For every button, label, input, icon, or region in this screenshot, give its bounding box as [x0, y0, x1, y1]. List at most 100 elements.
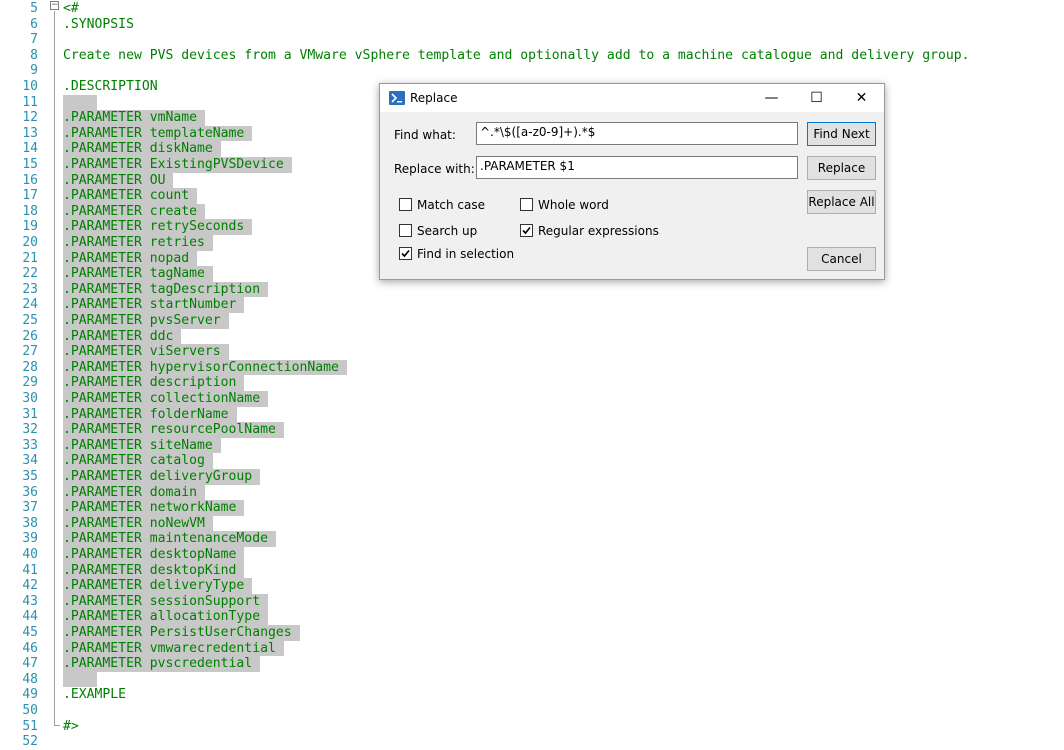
dialog-title: Replace — [410, 91, 458, 105]
code-line: .PARAMETER catalog — [63, 453, 213, 469]
code-line: .PARAMETER pvscredential — [63, 656, 261, 672]
code-line: .SYNOPSIS — [63, 16, 134, 32]
powershell-icon — [389, 91, 405, 105]
check-mark-icon — [401, 249, 410, 258]
line-number: 45 — [22, 625, 38, 640]
line-number: 43 — [22, 593, 38, 609]
replace-with-input[interactable]: .PARAMETER $1 — [476, 156, 798, 179]
close-button[interactable]: ✕ — [839, 84, 884, 112]
code-line: .PARAMETER folderName — [63, 406, 237, 423]
line-number: 51 — [22, 718, 38, 734]
code-line: .DESCRIPTION — [63, 79, 158, 94]
line-number: 11 — [22, 94, 38, 110]
line-number: 27 — [22, 344, 38, 360]
code-line: .PARAMETER tagName — [63, 266, 213, 282]
code-line: .PARAMETER desktopKind — [63, 562, 245, 579]
code-line: .PARAMETER resourcePoolName — [63, 422, 284, 438]
fold-guide-line — [54, 11, 55, 726]
check-mark-icon — [522, 226, 531, 235]
find-in-selection-label: Find in selection — [417, 247, 515, 261]
regular-expressions-checkbox[interactable] — [520, 224, 533, 237]
code-line: .PARAMETER desktopName — [63, 547, 245, 563]
selection-highlight — [63, 94, 97, 110]
line-number: 8 — [30, 47, 38, 63]
find-next-button[interactable]: Find Next — [807, 122, 876, 146]
line-number: 49 — [22, 687, 38, 703]
code-line: .PARAMETER deliveryType — [63, 578, 253, 594]
code-line: .PARAMETER pvsServer — [63, 313, 229, 329]
line-number: 37 — [22, 500, 38, 516]
code-line: .PARAMETER hypervisorConnectionName — [63, 359, 347, 376]
code-line: .PARAMETER sessionSupport — [63, 593, 269, 610]
code-line: <# — [63, 1, 79, 16]
code-line: .PARAMETER PersistUserChanges — [63, 625, 300, 641]
code-line: .PARAMETER description — [63, 375, 245, 391]
line-number: 26 — [22, 328, 38, 344]
code-line: .PARAMETER vmName — [63, 110, 206, 126]
cancel-button[interactable]: Cancel — [807, 247, 876, 271]
line-number: 10 — [22, 79, 38, 94]
code-line: .PARAMETER retries — [63, 235, 213, 251]
line-number: 33 — [22, 437, 38, 453]
line-number: 24 — [22, 297, 38, 313]
selection-highlight — [63, 671, 97, 687]
line-number: 46 — [22, 640, 38, 656]
replace-with-label: Replace with: — [394, 162, 475, 176]
line-number: 39 — [22, 531, 38, 547]
code-line: .PARAMETER noNewVM — [63, 515, 213, 532]
line-number: 20 — [22, 235, 38, 250]
line-number: 47 — [22, 656, 38, 672]
find-in-selection-checkbox[interactable] — [399, 247, 412, 260]
line-number: 5 — [30, 1, 38, 16]
code-line: .PARAMETER vmwarecredential — [63, 640, 284, 657]
match-case-label: Match case — [417, 198, 486, 212]
code-line: .EXAMPLE — [63, 687, 127, 703]
maximize-button[interactable]: ☐ — [794, 84, 839, 112]
line-number: 28 — [22, 359, 38, 375]
line-number: 19 — [22, 219, 38, 235]
line-number: 50 — [22, 703, 38, 718]
line-number: 52 — [22, 734, 38, 750]
fold-guide-end — [54, 725, 60, 726]
match-case-checkbox[interactable] — [399, 198, 412, 211]
line-number: 15 — [22, 157, 38, 172]
line-number: 48 — [22, 671, 38, 687]
code-line: .PARAMETER networkName — [63, 500, 245, 516]
code-line: .PARAMETER maintenanceMode — [63, 531, 276, 547]
replace-button[interactable]: Replace — [807, 156, 876, 180]
find-what-input[interactable]: ^.*\$([a-z0-9]+).*$ — [476, 122, 798, 145]
line-number: 25 — [22, 313, 38, 328]
dialog-titlebar[interactable]: Replace — ☐ ✕ — [380, 84, 884, 112]
minimize-button[interactable]: — — [749, 84, 794, 112]
line-number: 16 — [22, 172, 38, 188]
line-number: 12 — [22, 110, 38, 126]
line-number: 34 — [22, 453, 38, 469]
code-line: .PARAMETER collectionName — [63, 391, 269, 407]
line-number: 36 — [22, 484, 38, 500]
line-number: 9 — [30, 63, 38, 79]
line-number: 35 — [22, 469, 38, 484]
code-line: .PARAMETER domain — [63, 484, 206, 501]
replace-all-button[interactable]: Replace All — [807, 190, 876, 214]
code-line: .PARAMETER viServers — [63, 344, 229, 360]
line-number: 17 — [22, 188, 38, 204]
code-line: .PARAMETER nopad — [63, 250, 198, 267]
code-line: .PARAMETER tagDescription — [63, 281, 269, 298]
code-line: .PARAMETER OU — [63, 172, 174, 189]
code-line: .PARAMETER create — [63, 203, 206, 220]
whole-word-checkbox[interactable] — [520, 198, 533, 211]
code-line: Create new PVS devices from a VMware vSp… — [63, 47, 970, 63]
code-line: .PARAMETER ddc — [63, 328, 182, 345]
replace-dialog: Replace — ☐ ✕ Find what: ^.*\$([a-z0-9]+… — [379, 83, 885, 280]
line-number: 44 — [22, 609, 38, 625]
line-number: 6 — [30, 16, 38, 32]
code-line: .PARAMETER count — [63, 188, 198, 204]
collapse-region-icon[interactable]: − — [50, 1, 59, 10]
search-up-label: Search up — [417, 224, 478, 238]
line-number: 31 — [22, 406, 38, 422]
search-up-checkbox[interactable] — [399, 224, 412, 237]
line-number: 14 — [22, 141, 38, 157]
line-number: 23 — [22, 281, 38, 297]
line-number: 29 — [22, 375, 38, 391]
code-line: .PARAMETER templateName — [63, 125, 253, 142]
